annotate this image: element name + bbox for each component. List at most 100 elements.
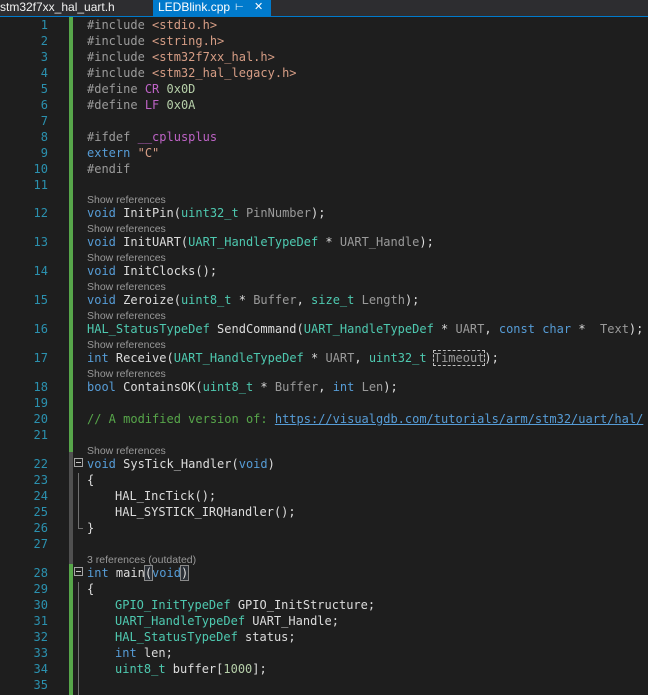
- line-number: 18: [33, 380, 48, 394]
- code-line: 35: [0, 677, 648, 693]
- line-number: 12: [33, 206, 48, 220]
- line-number: 9: [40, 146, 48, 160]
- comment-link[interactable]: https://visualgdb.com/tutorials/arm/stm3…: [275, 412, 643, 426]
- line-number: 17: [33, 351, 48, 365]
- pin-icon[interactable]: ⊢: [235, 0, 244, 15]
- code-line: 26 }: [0, 520, 648, 536]
- line-number: 24: [33, 489, 48, 503]
- line-number: 10: [33, 162, 48, 176]
- code-line: 23 {: [0, 472, 648, 488]
- code-line: 15 void Zeroize(uint8_t * Buffer, size_t…: [0, 292, 648, 308]
- line-number: 28: [33, 566, 48, 580]
- line-number: 4: [40, 66, 48, 80]
- line-number: 5: [40, 82, 48, 96]
- code-text: {: [87, 473, 95, 487]
- code-text: int Receive(UART_HandleTypeDef * UART, u…: [87, 350, 499, 366]
- line-number: 26: [33, 521, 48, 535]
- code-line: 9 extern "C": [0, 145, 648, 161]
- line-number: 2: [40, 34, 48, 48]
- line-number: 6: [40, 98, 48, 112]
- code-text: #include <stm32f7xx_hal.h>: [87, 50, 275, 64]
- line-number: 29: [33, 582, 48, 596]
- code-line: 29 {: [0, 581, 648, 597]
- code-text: #ifdef __cplusplus: [87, 130, 218, 144]
- line-number: 32: [33, 630, 48, 644]
- code-line: 11: [0, 177, 648, 193]
- tab-bar: stm32f7xx_hal_uart.h LEDBlink.cpp ⊢ ✕: [0, 0, 648, 17]
- code-text: HAL_StatusTypeDef SendCommand(UART_Handl…: [87, 322, 644, 336]
- line-number: 34: [33, 662, 48, 676]
- code-line: 7: [0, 113, 648, 129]
- code-text: #include <stm32_hal_legacy.h>: [87, 66, 297, 80]
- code-text: HAL_IncTick();: [115, 489, 217, 503]
- code-text: #define LF 0x0A: [87, 98, 196, 112]
- code-line: 5 #define CR 0x0D: [0, 81, 648, 97]
- tab-stm32f7xx-hal-uart-h[interactable]: stm32f7xx_hal_uart.h: [0, 0, 152, 16]
- collapse-icon[interactable]: [74, 567, 83, 576]
- line-number: 11: [33, 178, 48, 192]
- code-text: HAL_SYSTICK_IRQHandler();: [115, 505, 296, 519]
- code-line: 8 #ifdef __cplusplus: [0, 129, 648, 145]
- code-line: 3 #include <stm32f7xx_hal.h>: [0, 49, 648, 65]
- code-line: 21: [0, 427, 648, 443]
- code-editor[interactable]: 1 #include <stdio.h> 2 #include <string.…: [0, 17, 648, 695]
- code-line: 10 #endif: [0, 161, 648, 177]
- code-text: extern "C": [87, 146, 160, 160]
- line-number: 3: [40, 50, 48, 64]
- code-text: }: [87, 521, 95, 535]
- code-text: #define CR 0x0D: [87, 82, 196, 96]
- code-line: 33 int len;: [0, 645, 648, 661]
- code-line: 20 // A modified version of: https://vis…: [0, 411, 648, 427]
- code-text: HAL_StatusTypeDef status;: [115, 630, 296, 644]
- close-icon[interactable]: ✕: [254, 0, 263, 15]
- line-number: 23: [33, 473, 48, 487]
- code-line: 14 void InitClocks();: [0, 263, 648, 279]
- collapse-icon[interactable]: [74, 458, 83, 467]
- code-line: 6 #define LF 0x0A: [0, 97, 648, 113]
- line-number: 27: [33, 537, 48, 551]
- code-text: uint8_t buffer[1000];: [115, 662, 267, 676]
- tab-ledblink-cpp[interactable]: LEDBlink.cpp ⊢ ✕: [153, 0, 271, 16]
- code-line: 32 HAL_StatusTypeDef status;: [0, 629, 648, 645]
- code-text: int len;: [115, 646, 173, 660]
- code-line: 27: [0, 536, 648, 552]
- code-line: 22 void SysTick_Handler(void): [0, 456, 648, 472]
- code-text: #include <string.h>: [87, 34, 225, 48]
- code-text: void SysTick_Handler(void): [87, 457, 275, 471]
- code-line: 30 GPIO_InitTypeDef GPIO_InitStructure;: [0, 597, 648, 613]
- code-line: 25 HAL_SYSTICK_IRQHandler();: [0, 504, 648, 520]
- code-line: 16 HAL_StatusTypeDef SendCommand(UART_Ha…: [0, 321, 648, 337]
- line-number: 16: [33, 322, 48, 336]
- code-line: 13 void InitUART(UART_HandleTypeDef * UA…: [0, 234, 648, 250]
- code-text: // A modified version of: https://visual…: [87, 412, 644, 426]
- code-line: 34 uint8_t buffer[1000];: [0, 661, 648, 677]
- code-text: #endif: [87, 162, 131, 176]
- code-text: bool ContainsOK(uint8_t * Buffer, int Le…: [87, 380, 398, 394]
- line-number: 30: [33, 598, 48, 612]
- code-line: 1 #include <stdio.h>: [0, 17, 648, 33]
- code-line: 31 UART_HandleTypeDef UART_Handle;: [0, 613, 648, 629]
- code-text: void InitPin(uint32_t PinNumber);: [87, 206, 326, 220]
- line-number: 35: [33, 678, 48, 692]
- code-line: 18 bool ContainsOK(uint8_t * Buffer, int…: [0, 379, 648, 395]
- code-text: {: [87, 582, 95, 596]
- line-number: 14: [33, 264, 48, 278]
- code-line: 17 int Receive(UART_HandleTypeDef * UART…: [0, 350, 648, 366]
- code-line: 24 HAL_IncTick();: [0, 488, 648, 504]
- line-number: 21: [33, 428, 48, 442]
- line-number: 22: [33, 457, 48, 471]
- line-number: 15: [33, 293, 48, 307]
- code-text: #include <stdio.h>: [87, 18, 218, 32]
- line-number: 33: [33, 646, 48, 660]
- code-text: int main(void): [87, 565, 190, 581]
- code-line: 4 #include <stm32_hal_legacy.h>: [0, 65, 648, 81]
- line-number: 31: [33, 614, 48, 628]
- code-text: GPIO_InitTypeDef GPIO_InitStructure;: [115, 598, 376, 612]
- code-text: void InitUART(UART_HandleTypeDef * UART_…: [87, 235, 434, 249]
- code-line: 12 void InitPin(uint32_t PinNumber);: [0, 205, 648, 221]
- line-number: 19: [33, 396, 48, 410]
- line-number: 13: [33, 235, 48, 249]
- line-number: 20: [33, 412, 48, 426]
- line-number: 25: [33, 505, 48, 519]
- tab-label: LEDBlink.cpp: [158, 0, 231, 14]
